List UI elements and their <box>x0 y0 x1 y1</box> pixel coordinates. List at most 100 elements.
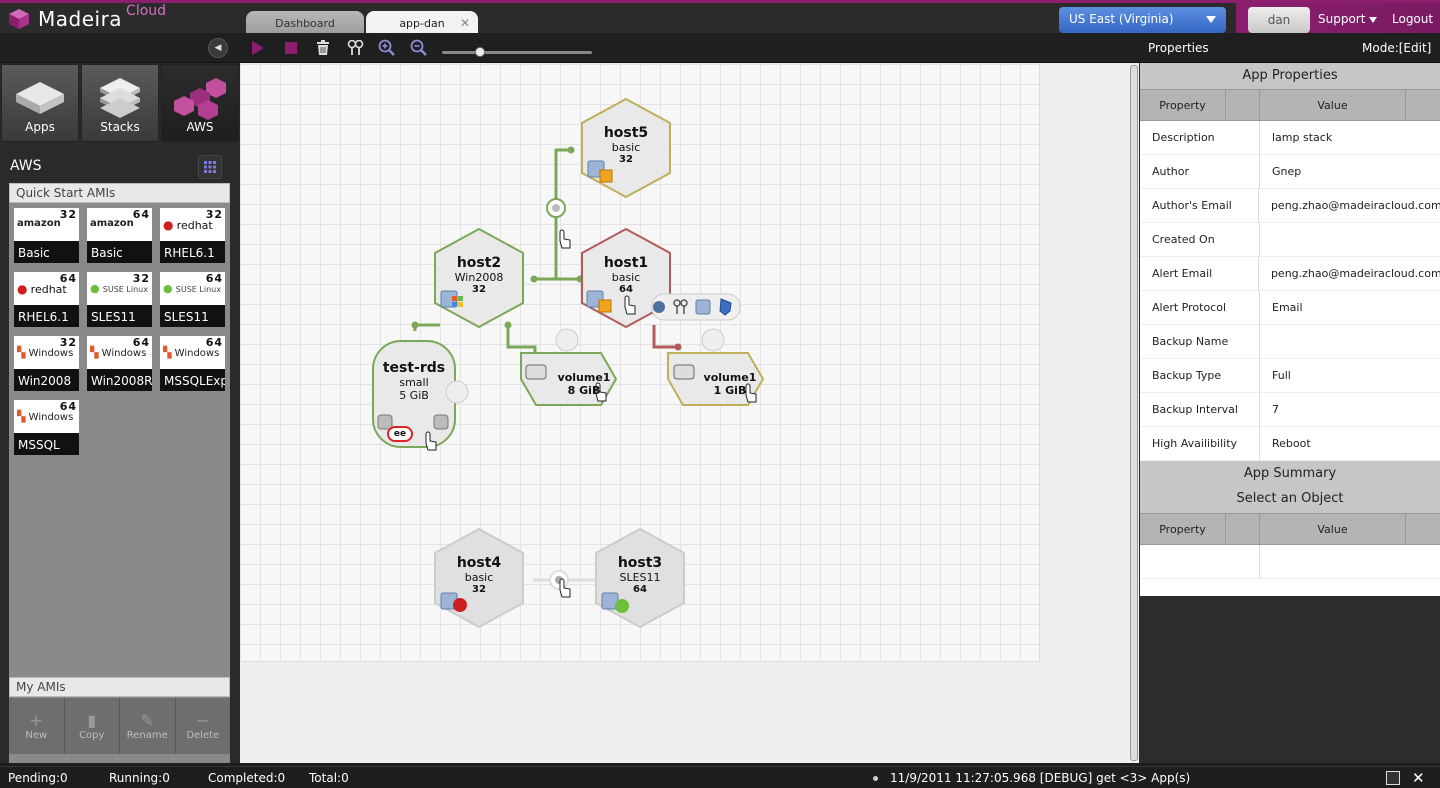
copy-ami-button[interactable]: ▮ Copy <box>65 698 120 754</box>
user-button[interactable]: dan <box>1248 7 1310 33</box>
category-tab-stacks[interactable]: Stacks <box>81 64 159 142</box>
ami-tile[interactable]: amazon 64 Basic <box>87 208 152 263</box>
ami-tile[interactable]: ● SUSE Linux 32 SLES11 <box>87 272 152 327</box>
properties-panel-title: Properties <box>1148 41 1209 55</box>
volume-attach-node[interactable] <box>701 328 725 352</box>
property-value[interactable]: Email <box>1260 301 1303 314</box>
region-label: US East (Virginia) <box>1069 12 1174 26</box>
status-pending: Pending:0 <box>8 771 68 785</box>
property-value[interactable]: peng.zhao@madeiracloud.com <box>1259 267 1440 280</box>
property-key: Backup Interval <box>1140 392 1260 427</box>
column-sort[interactable] <box>1406 90 1440 120</box>
table-row[interactable]: Backup Type Full <box>1140 358 1440 393</box>
close-icon[interactable]: ✕ <box>460 16 470 30</box>
ami-tile[interactable]: ▚ Windows64 Win2008R2 <box>87 336 152 391</box>
ami-tile[interactable]: ▚ Windows 64 MSSQLExp <box>160 336 225 391</box>
column-sort[interactable] <box>1226 90 1260 120</box>
column-sort[interactable] <box>1406 514 1440 544</box>
ami-logo: ▚ Windows 32 <box>14 336 79 369</box>
windows-logo-icon: ▚ <box>17 410 26 423</box>
property-value[interactable]: lamp stack <box>1260 131 1332 144</box>
ami-bits: 64 <box>59 400 77 413</box>
mode-indicator[interactable]: Mode:[Edit] <box>1362 41 1431 55</box>
property-value[interactable]: Gnep <box>1260 165 1301 178</box>
support-menu[interactable]: Support <box>1318 12 1378 26</box>
play-icon <box>252 41 264 55</box>
host-bits: 64 <box>633 584 647 595</box>
table-row[interactable]: Backup Name <box>1140 324 1440 359</box>
user-name: dan <box>1267 13 1291 27</box>
diagram <box>372 97 765 629</box>
ami-logo-mark: amazon <box>17 218 61 229</box>
category-tab-apps[interactable]: Apps <box>1 64 79 142</box>
property-value[interactable]: peng.zhao@madeiracloud.com <box>1259 199 1440 212</box>
app-logo[interactable]: Madeira Cloud <box>8 3 166 33</box>
new-ami-button[interactable]: + New <box>9 698 65 754</box>
volume-size: 1 GiB <box>713 384 747 397</box>
aws-cubes-icon <box>174 78 226 120</box>
zoom-slider[interactable] <box>442 47 592 57</box>
ami-name: Win2008 <box>18 374 72 388</box>
category-tab-aws[interactable]: AWS <box>161 64 239 142</box>
property-value[interactable]: Reboot <box>1260 437 1311 450</box>
chevron-down-icon <box>1206 16 1216 23</box>
logout-link[interactable]: Logout <box>1392 12 1433 26</box>
table-row[interactable]: Author's Email peng.zhao@madeiracloud.com <box>1140 188 1440 223</box>
table-row[interactable]: Description lamp stack <box>1140 120 1440 155</box>
ami-tile[interactable]: amazon 32 Basic <box>14 208 79 263</box>
ami-logo: ● SUSE Linux 64 <box>160 272 225 305</box>
view-toggle-button[interactable] <box>198 155 222 179</box>
copy-icon: ▮ <box>87 710 97 730</box>
pencil-icon: ✎ <box>140 710 154 730</box>
ami-tile[interactable]: ● SUSE Linux 64 SLES11 <box>160 272 225 327</box>
region-select[interactable]: US East (Virginia) <box>1059 7 1226 33</box>
volume-attach-node[interactable] <box>555 328 579 352</box>
windows-logo-text: Windows <box>174 348 220 359</box>
ami-tile[interactable]: ● redhat 64 RHEL6.1 <box>14 272 79 327</box>
volume-label-1gib: volume1 1 GiB <box>690 371 770 397</box>
ami-bits: 64 <box>132 336 150 349</box>
table-row[interactable]: High Availibility Reboot <box>1140 426 1440 461</box>
restore-window-icon[interactable] <box>1386 771 1400 785</box>
table-row[interactable]: Alert Email peng.zhao@madeiracloud.com <box>1140 256 1440 291</box>
table-row[interactable]: Backup Interval 7 <box>1140 392 1440 427</box>
rename-ami-button[interactable]: ✎ Rename <box>120 698 176 754</box>
host-action-popover <box>651 293 741 321</box>
ami-logo-mark: amazon <box>90 218 134 229</box>
ami-name: RHEL6.1 <box>164 246 215 260</box>
stop-button[interactable] <box>280 38 302 58</box>
close-icon[interactable]: ✕ <box>1412 769 1425 787</box>
keypair-button[interactable] <box>345 38 367 58</box>
column-value: Value <box>1260 514 1406 544</box>
table-row[interactable]: Author Gnep <box>1140 154 1440 189</box>
zoom-slider-handle[interactable] <box>475 47 485 57</box>
canvas-scrollbar[interactable] <box>1130 65 1138 761</box>
ami-tile[interactable]: ▚ Windows 32 Win2008 <box>14 336 79 391</box>
column-sort[interactable] <box>1226 514 1260 544</box>
property-value[interactable]: Full <box>1260 369 1291 382</box>
ami-name: Basic <box>91 246 123 260</box>
property-value[interactable]: 7 <box>1260 403 1279 416</box>
ami-tile[interactable]: ● redhat 32 RHEL6.1 <box>160 208 225 263</box>
action-label: Rename <box>126 729 168 741</box>
table-row[interactable]: Created On <box>1140 222 1440 257</box>
delete-ami-button[interactable]: − Delete <box>176 698 231 754</box>
property-key: Alert Email <box>1140 256 1259 291</box>
host-label-host4: host4 basic 32 <box>439 555 519 596</box>
run-button[interactable] <box>247 38 269 58</box>
delete-button[interactable] <box>312 38 334 58</box>
ami-bits: 64 <box>59 272 77 285</box>
ami-name: RHEL6.1 <box>18 310 69 324</box>
ami-tile[interactable]: ▚ Windows 64 MSSQL <box>14 400 79 455</box>
storage-icon[interactable] <box>695 299 711 315</box>
trash-icon <box>317 40 329 55</box>
zoom-in-button[interactable] <box>376 38 398 58</box>
resource-panel: Apps Stacks AWS AWS Quick Start AMIs ama… <box>0 63 240 763</box>
user-icon[interactable] <box>653 301 665 313</box>
collapse-left-panel-button[interactable]: ◀ <box>208 38 228 58</box>
status-running: Running:0 <box>109 771 170 785</box>
table-row[interactable]: Alert Protocol Email <box>1140 290 1440 325</box>
logo-cube-icon <box>9 9 29 29</box>
port-dot <box>674 343 682 351</box>
zoom-out-button[interactable] <box>408 38 430 58</box>
